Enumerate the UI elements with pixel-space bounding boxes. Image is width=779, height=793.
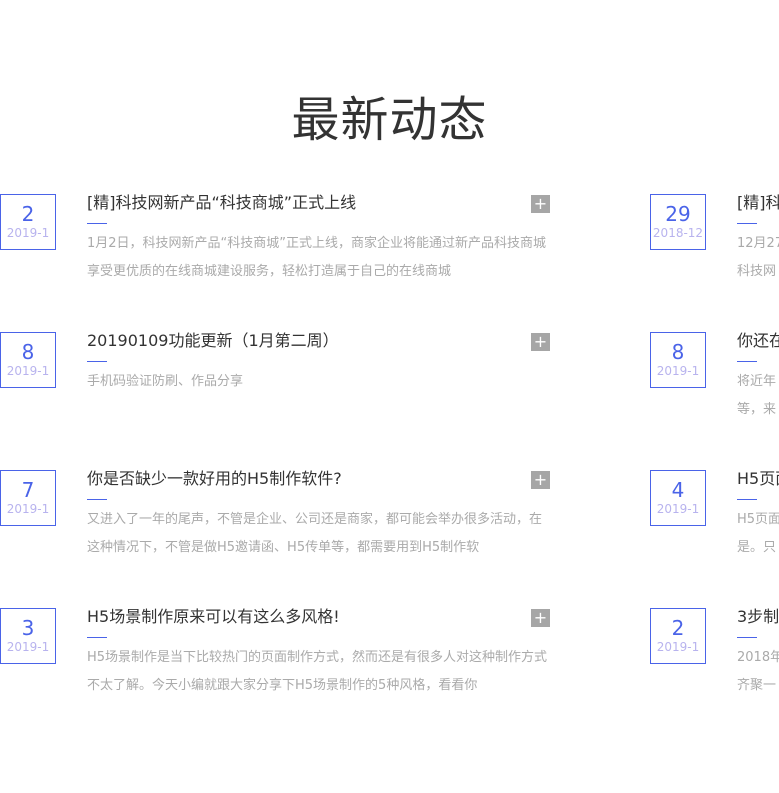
divider xyxy=(737,223,757,224)
day: 8 xyxy=(21,340,35,364)
date-badge: 7 2019-1 xyxy=(0,470,56,526)
day: 3 xyxy=(21,616,35,640)
day: 2 xyxy=(21,202,35,226)
news-summary: 2018年齐聚一 xyxy=(737,644,779,700)
summary-line: 将近年 xyxy=(737,374,777,389)
plus-icon[interactable]: + xyxy=(531,471,550,489)
plus-icon[interactable]: + xyxy=(531,609,550,627)
year-month: 2019-1 xyxy=(6,640,50,654)
divider xyxy=(87,637,107,638)
summary-line: 等，来 xyxy=(737,402,777,417)
news-title[interactable]: 你是否缺少一款好用的H5制作软件? xyxy=(87,470,342,488)
year-month: 2018-12 xyxy=(652,226,704,240)
year-month: 2019-1 xyxy=(6,502,50,516)
news-summary: 12月27 科技网 xyxy=(737,230,779,286)
date-badge: 29 2018-12 xyxy=(650,194,706,250)
news-title[interactable]: 你还在 xyxy=(737,332,779,350)
date-badge: 2 2019-1 xyxy=(0,194,56,250)
year-month: 2019-1 xyxy=(6,226,50,240)
date-badge: 8 2019-1 xyxy=(0,332,56,388)
news-item[interactable]: 29 2018-12 [精]科 12月27 科技网 xyxy=(650,194,779,304)
summary-line: 齐聚一 xyxy=(737,678,777,693)
summary-line: 科技网 xyxy=(737,264,777,279)
day: 2 xyxy=(671,616,685,640)
news-summary: 将近年等，来 xyxy=(737,368,779,424)
news-item[interactable]: 3 2019-1 H5场景制作原来可以有这么多风格! H5场景制作是当下比较热门的… xyxy=(0,608,560,718)
year-month: 2019-1 xyxy=(6,364,50,378)
summary-line: H5页面 xyxy=(737,512,779,527)
news-item[interactable]: 2 2019-1 3步制 2018年齐聚一 xyxy=(650,608,779,718)
year-month: 2019-1 xyxy=(656,364,700,378)
news-title[interactable]: [精]科技网新产品“科技商城”正式上线 xyxy=(87,194,356,212)
divider xyxy=(87,499,107,500)
news-title[interactable]: 3步制 xyxy=(737,608,779,626)
summary-line: 2018年 xyxy=(737,650,779,665)
plus-icon[interactable]: + xyxy=(531,333,550,351)
plus-icon[interactable]: + xyxy=(531,195,550,213)
day: 29 xyxy=(665,202,691,226)
divider xyxy=(737,637,757,638)
day: 7 xyxy=(21,478,35,502)
section-title: 最新动态 xyxy=(291,92,488,148)
divider xyxy=(87,361,107,362)
news-title[interactable]: H5页面 xyxy=(737,470,779,488)
year-month: 2019-1 xyxy=(656,502,700,516)
news-title[interactable]: 20190109功能更新（1月第二周） xyxy=(87,332,339,350)
news-title[interactable]: H5场景制作原来可以有这么多风格! xyxy=(87,608,340,626)
day: 8 xyxy=(671,340,685,364)
summary-line: 是。只 xyxy=(737,540,777,555)
news-summary: 又进入了一年的尾声，不管是企业、公司还是商家，都可能会举办很多活动，在这种情况下… xyxy=(87,512,543,555)
news-item[interactable]: 42019-1 H5页面 H5页面是。只 xyxy=(650,470,779,580)
news-title[interactable]: [精]科 xyxy=(737,194,779,212)
news-summary: 1月2日，科技网新产品“科技商城”正式上线，商家企业将能通过新产品科技商城享受更… xyxy=(87,236,547,279)
date-badge: 3 2019-1 xyxy=(0,608,56,664)
date-badge: 4 2019-1 xyxy=(650,470,706,526)
news-item[interactable]: 8 2019-1 20190109功能更新（1月第二周） 手机码验证防刷、作品分享… xyxy=(0,332,560,442)
day: 4 xyxy=(671,478,685,502)
news-summary: H5场景制作是当下比较热门的页面制作方式，然而还是有很多人对这种制作方式不太了解… xyxy=(87,650,548,693)
summary-line: 12月27 xyxy=(737,236,779,251)
news-item[interactable]: 2 2019-1 [精]科技网新产品“科技商城”正式上线 1月2日，科技网新产品“… xyxy=(0,194,560,304)
divider xyxy=(737,499,757,500)
news-item[interactable]: 8 2019-1 你还在 将近年等，来 xyxy=(650,332,779,442)
news-item[interactable]: 7 2019-1 你是否缺少一款好用的H5制作软件? 又进入了一年的尾声，不管是企… xyxy=(0,470,560,580)
year-month: 2019-1 xyxy=(656,640,700,654)
divider xyxy=(737,361,757,362)
news-summary: 手机码验证防刷、作品分享 xyxy=(87,374,244,389)
news-summary: H5页面是。只 xyxy=(737,506,779,562)
date-badge: 2 2019-1 xyxy=(650,608,706,664)
divider xyxy=(87,223,107,224)
date-badge: 8 2019-1 xyxy=(650,332,706,388)
